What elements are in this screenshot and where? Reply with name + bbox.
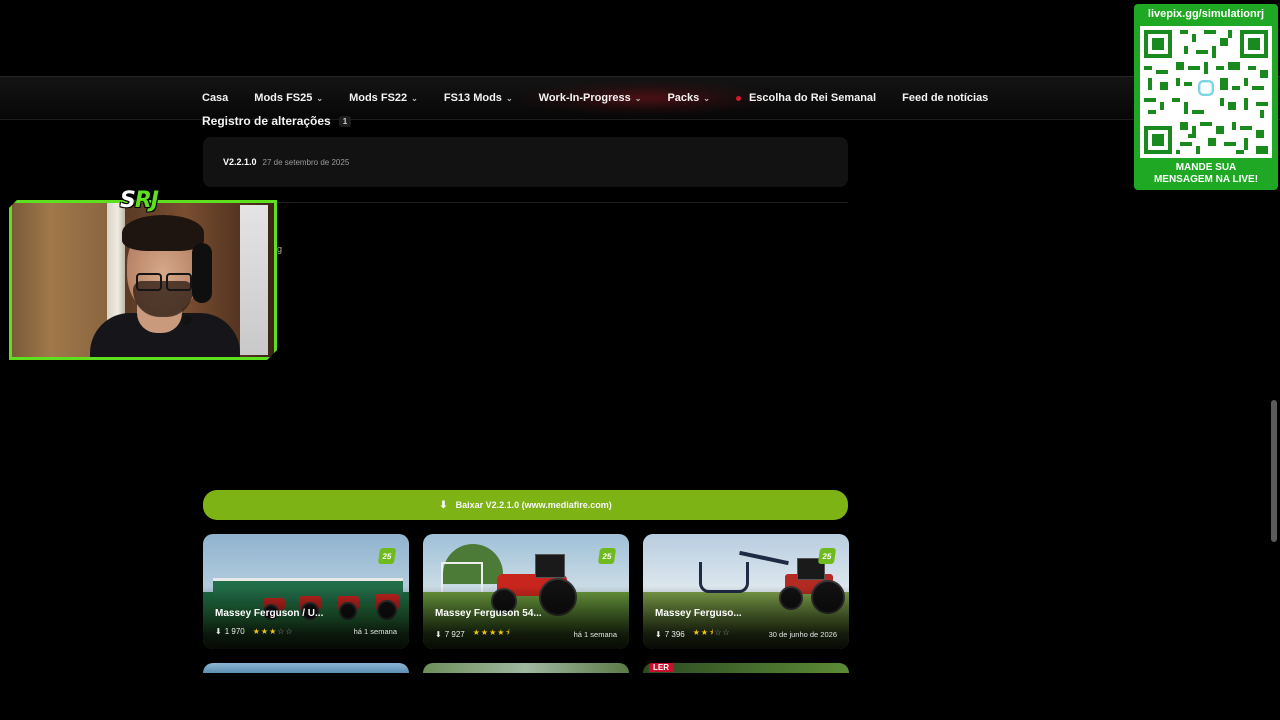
chevron-down-icon: ⌄ — [505, 93, 513, 103]
mod-card-date: há 1 semana — [353, 627, 397, 636]
fs25-badge: 25 — [817, 548, 837, 564]
mod-card-meta: ⬇ 1 970 ★★★☆☆ há 1 semana — [215, 627, 397, 636]
nav-label: Work-In-Progress — [538, 92, 631, 104]
changelog-date: 27 de setembro de 2025 — [262, 157, 350, 167]
mod-card-partial[interactable]: LER — [643, 663, 849, 673]
page: Casa Mods FS25 ⌄ Mods FS22 ⌄ FS13 Mods ⌄… — [0, 0, 1280, 720]
nav-label: Casa — [202, 92, 229, 104]
nav-label: FS13 Mods — [443, 92, 502, 104]
nav-item-mods-fs25[interactable]: Mods FS25 ⌄ — [254, 92, 323, 104]
mod-card-date: há 1 semana — [573, 629, 617, 639]
mod-card-title: Massey Ferguso... — [655, 608, 742, 619]
changelog-entry[interactable]: V2.2.1.0 27 de setembro de 2025 — [203, 137, 848, 187]
nav-item-feed-de-noticias[interactable]: Feed de notícias — [902, 92, 988, 104]
section-divider — [203, 202, 848, 203]
qr-code-icon — [1140, 26, 1272, 158]
mod-card-partial[interactable] — [423, 663, 629, 673]
qr-caption: MANDE SUA MENSAGEM NA LIVE! — [1153, 162, 1259, 185]
streamer-logo: SRJ — [120, 188, 159, 213]
donation-qr-overlay: livepix.gg/simulationrj MANDE SUA MENSAG… — [1134, 4, 1278, 190]
download-count: 7 396 — [664, 629, 685, 639]
chevron-down-icon: ⌄ — [316, 93, 324, 103]
download-icon: ⬇ — [655, 629, 662, 639]
scrollbar-thumb[interactable] — [1271, 400, 1277, 542]
rating-stars: ★★★★⯨ — [472, 628, 511, 637]
mod-card-meta: ⬇ 7 396 ★★⯨☆☆ 30 de junho de 2026 — [655, 627, 837, 641]
download-count: 7 927 — [444, 629, 465, 639]
qr-url: livepix.gg/simulationrj — [1147, 8, 1265, 20]
download-icon: ⬇ — [439, 499, 448, 511]
nav-label: Escolha do Rei Semanal — [748, 92, 877, 104]
mod-card-meta: ⬇ 7 927 ★★★★⯨ há 1 semana — [435, 627, 617, 641]
nav-menu: Casa Mods FS25 ⌄ Mods FS22 ⌄ FS13 Mods ⌄… — [202, 77, 1014, 119]
download-icon: ⬇ — [215, 627, 222, 636]
changelog-version: V2.2.1.0 — [223, 157, 257, 167]
changelog-title: Registro de alterações — [202, 114, 331, 128]
download-icon: ⬇ — [435, 629, 442, 639]
nav-item-fs13-mods[interactable]: FS13 Mods ⌄ — [444, 92, 513, 104]
chevron-down-icon: ⌄ — [703, 93, 710, 103]
changelog-heading: Registro de alterações 1 — [202, 114, 352, 128]
nav-label: Mods FS25 — [254, 92, 313, 104]
nav-label: Packs — [667, 92, 700, 104]
nav-item-casa[interactable]: Casa — [202, 92, 228, 104]
chevron-down-icon: ⌄ — [634, 93, 642, 103]
chevron-down-icon: ⌄ — [411, 93, 418, 103]
mod-card[interactable]: 25 Massey Ferguson / U... ⬇ 1 970 ★★★☆☆ … — [203, 534, 409, 649]
rating-stars: ★★⯨☆☆ — [692, 628, 731, 637]
mod-card[interactable]: 25 Massey Ferguso... ⬇ 7 396 ★★⯨☆☆ 30 de… — [643, 534, 849, 649]
headset-icon — [192, 243, 212, 303]
mod-card[interactable]: 25 Massey Ferguson 54... ⬇ 7 927 ★★★★⯨ h… — [423, 534, 629, 649]
webcam-overlay — [9, 200, 277, 360]
partial-card-badge: LER — [649, 663, 673, 672]
live-dot-icon — [735, 95, 741, 101]
download-button[interactable]: ⬇ Baixar V2.2.1.0 (www.mediafire.com) — [203, 490, 848, 520]
fs25-badge: 25 — [377, 548, 397, 564]
nav-item-packs[interactable]: Packs ⌄ — [667, 92, 710, 104]
nav-item-escolha-do-rei[interactable]: Escolha do Rei Semanal — [735, 92, 877, 104]
fs25-badge: 25 — [597, 548, 617, 564]
nav-label: Mods FS22 — [349, 92, 408, 104]
top-navbar: Casa Mods FS25 ⌄ Mods FS22 ⌄ FS13 Mods ⌄… — [0, 76, 1280, 120]
download-label: Baixar V2.2.1.0 (www.mediafire.com) — [455, 500, 612, 510]
qr-code — [1140, 26, 1272, 158]
nav-label: Feed de notícias — [902, 92, 989, 104]
mod-card-date: 30 de junho de 2026 — [768, 629, 837, 639]
mod-card-title: Massey Ferguson / U... — [215, 608, 324, 619]
nav-item-mods-fs22[interactable]: Mods FS22 ⌄ — [349, 92, 418, 104]
mod-card-title: Massey Ferguson 54... — [435, 608, 542, 619]
download-count: 1 970 — [224, 627, 245, 636]
rating-stars: ★★★☆☆ — [252, 627, 294, 636]
changelog-count-badge: 1 — [338, 115, 352, 127]
nav-item-work-in-progress[interactable]: Work-In-Progress ⌄ — [539, 92, 642, 104]
webcam-frame — [9, 200, 277, 360]
mod-card-partial[interactable] — [203, 663, 409, 673]
